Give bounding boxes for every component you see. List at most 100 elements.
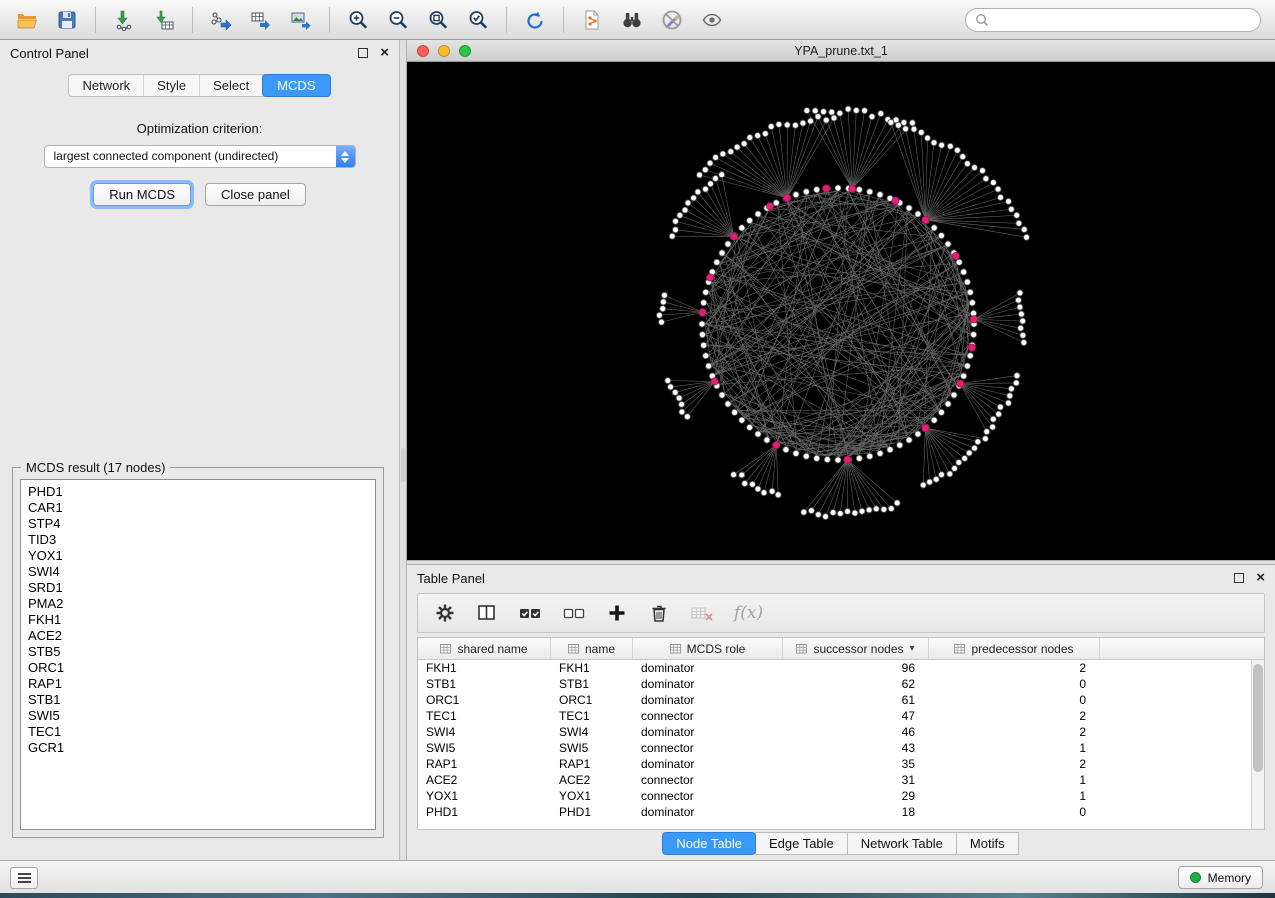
table-cell: 18 bbox=[783, 804, 929, 820]
table-scrollbar-thumb[interactable] bbox=[1253, 664, 1263, 772]
deselect-all-button[interactable] bbox=[562, 602, 586, 624]
table-row[interactable]: RAP1RAP1dominator352 bbox=[418, 756, 1264, 772]
mcds-result-item[interactable]: CAR1 bbox=[28, 500, 368, 516]
export-table-button[interactable] bbox=[244, 5, 278, 35]
column-header-successor-nodes[interactable]: successor nodes▾ bbox=[783, 638, 929, 659]
column-header-mcds-role[interactable]: MCDS role bbox=[633, 638, 783, 659]
memory-button[interactable]: Memory bbox=[1178, 866, 1263, 889]
table-scrollbar[interactable] bbox=[1251, 660, 1264, 829]
search-input[interactable] bbox=[994, 13, 1251, 27]
mcds-result-item[interactable]: RAP1 bbox=[28, 676, 368, 692]
zoom-fit-button[interactable] bbox=[421, 5, 455, 35]
refresh-view-button[interactable] bbox=[518, 5, 552, 35]
table-cell: 35 bbox=[783, 756, 929, 772]
table-row[interactable]: FKH1FKH1dominator962 bbox=[418, 660, 1264, 676]
vertical-splitter[interactable] bbox=[400, 40, 407, 860]
status-menu-button[interactable] bbox=[10, 867, 38, 889]
table-panel-title: Table Panel bbox=[417, 571, 485, 586]
table-row[interactable]: YOX1YOX1connector291 bbox=[418, 788, 1264, 804]
select-all-button[interactable] bbox=[518, 602, 542, 624]
table-settings-button[interactable] bbox=[434, 602, 456, 624]
optimization-criterion-select[interactable]: largest connected component (undirected) bbox=[44, 145, 356, 168]
save-session-button[interactable] bbox=[50, 5, 84, 35]
table-row[interactable]: STB1STB1dominator620 bbox=[418, 676, 1264, 692]
table-cell: 1 bbox=[929, 788, 1100, 804]
refresh-icon bbox=[524, 9, 546, 31]
table-row[interactable]: ORC1ORC1dominator610 bbox=[418, 692, 1264, 708]
mcds-result-item[interactable]: TID3 bbox=[28, 532, 368, 548]
column-chooser-button[interactable] bbox=[476, 602, 498, 624]
tab-select[interactable]: Select bbox=[200, 75, 263, 96]
tab-style[interactable]: Style bbox=[144, 75, 200, 96]
close-table-panel-icon[interactable]: × bbox=[1256, 573, 1265, 583]
mcds-result-item[interactable]: ORC1 bbox=[28, 660, 368, 676]
zoom-out-button[interactable] bbox=[381, 5, 415, 35]
close-panel-button[interactable]: Close panel bbox=[205, 183, 306, 206]
show-graphics-details-button[interactable] bbox=[695, 5, 729, 35]
mcds-result-item[interactable]: PHD1 bbox=[28, 484, 368, 500]
mcds-result-item[interactable]: FKH1 bbox=[28, 612, 368, 628]
network-graph[interactable] bbox=[407, 62, 1275, 560]
mcds-result-item[interactable]: ACE2 bbox=[28, 628, 368, 644]
splitter-handle[interactable] bbox=[401, 448, 406, 482]
add-icon bbox=[606, 602, 628, 624]
table-cell: SWI5 bbox=[551, 740, 633, 756]
table-row[interactable]: SWI5SWI5connector431 bbox=[418, 740, 1264, 756]
node-table-header: shared name name MCDS role successor nod… bbox=[418, 638, 1264, 660]
mcds-result-item[interactable]: SWI5 bbox=[28, 708, 368, 724]
window-zoom-icon[interactable] bbox=[459, 45, 471, 57]
import-table-icon bbox=[153, 9, 175, 31]
table-cell: 47 bbox=[783, 708, 929, 724]
table-cell: dominator bbox=[633, 724, 783, 740]
table-row[interactable]: SWI4SWI4dominator462 bbox=[418, 724, 1264, 740]
column-menu-icon bbox=[954, 644, 965, 654]
column-header-shared-name[interactable]: shared name bbox=[418, 638, 551, 659]
window-minimize-icon[interactable] bbox=[438, 45, 450, 57]
mcds-result-item[interactable]: SRD1 bbox=[28, 580, 368, 596]
style-disabled-button[interactable] bbox=[655, 5, 689, 35]
float-table-panel-icon[interactable] bbox=[1234, 573, 1244, 583]
tab-node-table[interactable]: Node Table bbox=[662, 832, 756, 855]
table-cell: connector bbox=[633, 708, 783, 724]
tab-network[interactable]: Network bbox=[69, 75, 144, 96]
toolbar-separator bbox=[506, 7, 507, 33]
table-cell: ORC1 bbox=[551, 692, 633, 708]
network-window-title: YPA_prune.txt_1 bbox=[407, 44, 1275, 58]
open-file-button[interactable] bbox=[10, 5, 44, 35]
mcds-result-item[interactable]: GCR1 bbox=[28, 740, 368, 756]
table-cell: TEC1 bbox=[418, 708, 551, 724]
column-header-predecessor-nodes[interactable]: predecessor nodes bbox=[929, 638, 1100, 659]
close-panel-icon[interactable]: × bbox=[380, 48, 389, 58]
tab-motifs[interactable]: Motifs bbox=[956, 832, 1019, 855]
tab-edge-table[interactable]: Edge Table bbox=[755, 832, 848, 855]
table-row[interactable]: ACE2ACE2connector311 bbox=[418, 772, 1264, 788]
add-row-button[interactable] bbox=[606, 602, 628, 624]
import-table-button[interactable] bbox=[147, 5, 181, 35]
float-panel-icon[interactable] bbox=[358, 48, 368, 58]
search-network-button[interactable] bbox=[615, 5, 649, 35]
import-network-button[interactable] bbox=[107, 5, 141, 35]
export-image-button[interactable] bbox=[284, 5, 318, 35]
zoom-in-button[interactable] bbox=[341, 5, 375, 35]
tab-mcds[interactable]: MCDS bbox=[262, 74, 330, 97]
zoom-selected-button[interactable] bbox=[461, 5, 495, 35]
window-close-icon[interactable] bbox=[417, 45, 429, 57]
mcds-result-item[interactable]: STB5 bbox=[28, 644, 368, 660]
mcds-result-item[interactable]: PMA2 bbox=[28, 596, 368, 612]
table-row[interactable]: TEC1TEC1connector472 bbox=[418, 708, 1264, 724]
mcds-result-item[interactable]: SWI4 bbox=[28, 564, 368, 580]
mcds-result-item[interactable]: STP4 bbox=[28, 516, 368, 532]
run-mcds-button[interactable]: Run MCDS bbox=[93, 183, 191, 206]
column-header-name[interactable]: name bbox=[551, 638, 633, 659]
tab-network-table[interactable]: Network Table bbox=[847, 832, 957, 855]
share-network-button[interactable] bbox=[575, 5, 609, 35]
export-network-button[interactable] bbox=[204, 5, 238, 35]
mcds-result-item[interactable]: TEC1 bbox=[28, 724, 368, 740]
binoculars-icon bbox=[620, 9, 644, 31]
folder-open-icon bbox=[16, 9, 38, 31]
delete-row-button[interactable] bbox=[648, 602, 670, 624]
global-search[interactable] bbox=[965, 8, 1261, 32]
table-row[interactable]: PHD1PHD1dominator180 bbox=[418, 804, 1264, 820]
mcds-result-item[interactable]: STB1 bbox=[28, 692, 368, 708]
mcds-result-item[interactable]: YOX1 bbox=[28, 548, 368, 564]
